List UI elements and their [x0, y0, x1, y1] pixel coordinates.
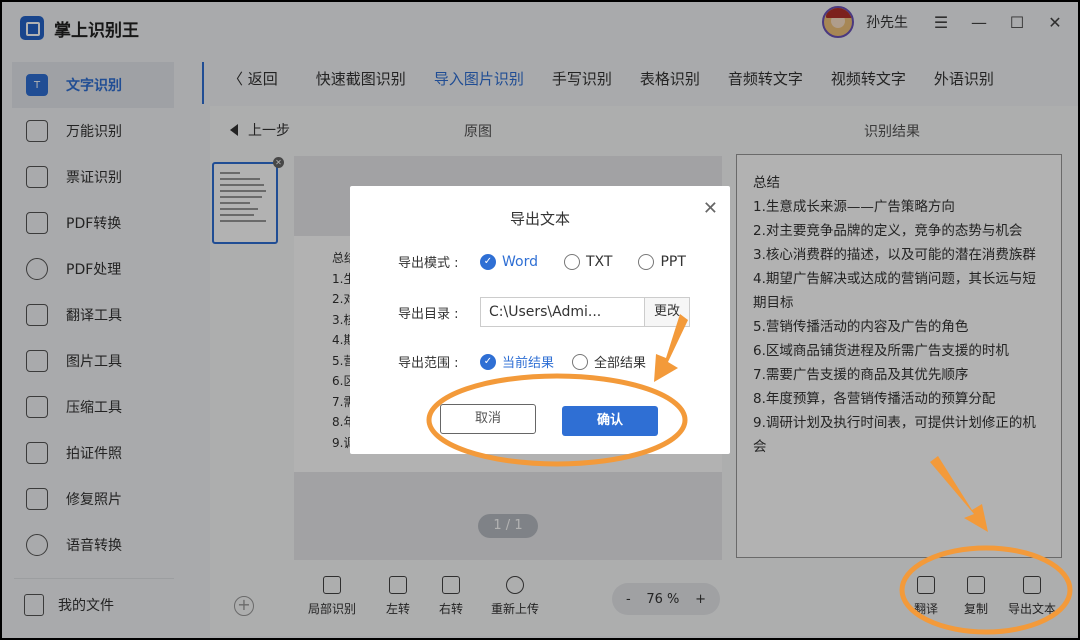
radio-icon [563, 253, 580, 270]
option-label: 全部结果 [594, 356, 647, 371]
range-option-all[interactable]: 全部结果 [572, 352, 646, 371]
option-label: 当前结果 [502, 356, 555, 371]
mode-option-ppt[interactable]: PPT [638, 253, 686, 270]
option-label: TXT [585, 253, 613, 270]
radio-checked-icon: ✓ [480, 353, 496, 370]
radio-icon [572, 353, 589, 370]
mode-option-txt[interactable]: TXT [563, 253, 613, 270]
export-range-label: 导出范围 : [398, 356, 459, 371]
change-dir-button[interactable]: 更改 [644, 297, 690, 327]
option-label: PPT [660, 253, 686, 270]
dialog-title: 导出文本 [509, 210, 570, 228]
confirm-button[interactable]: 确认 [562, 406, 658, 436]
export-dir-label: 导出目录 : [398, 306, 459, 322]
dialog-close-icon[interactable]: ✕ [703, 198, 718, 219]
radio-icon [638, 253, 655, 270]
export-dialog: 导出文本 ✕ 导出模式 : ✓ Word TXT PPT 导出目录 : C:\Us… [350, 186, 730, 454]
export-mode-label: 导出模式 : [398, 256, 459, 271]
option-label: Word [502, 253, 538, 270]
export-dir-row: 导出目录 : C:\Users\Admi... 更改 [398, 297, 690, 327]
app-window: 掌上识别王 T 文字识别 万能识别 票证识别 PDF转换 PDF处理 翻译工具 图… [2, 2, 1078, 638]
export-dir-field[interactable]: C:\Users\Admi... [480, 297, 644, 327]
range-option-current[interactable]: ✓ 当前结果 [480, 352, 554, 371]
cancel-button[interactable]: 取消 [440, 404, 536, 434]
export-range-row: 导出范围 : ✓ 当前结果 全部结果 [398, 352, 646, 371]
export-mode-row: 导出模式 : ✓ Word TXT PPT [398, 252, 686, 271]
mode-option-word[interactable]: ✓ Word [480, 253, 538, 270]
radio-checked-icon: ✓ [480, 253, 496, 270]
